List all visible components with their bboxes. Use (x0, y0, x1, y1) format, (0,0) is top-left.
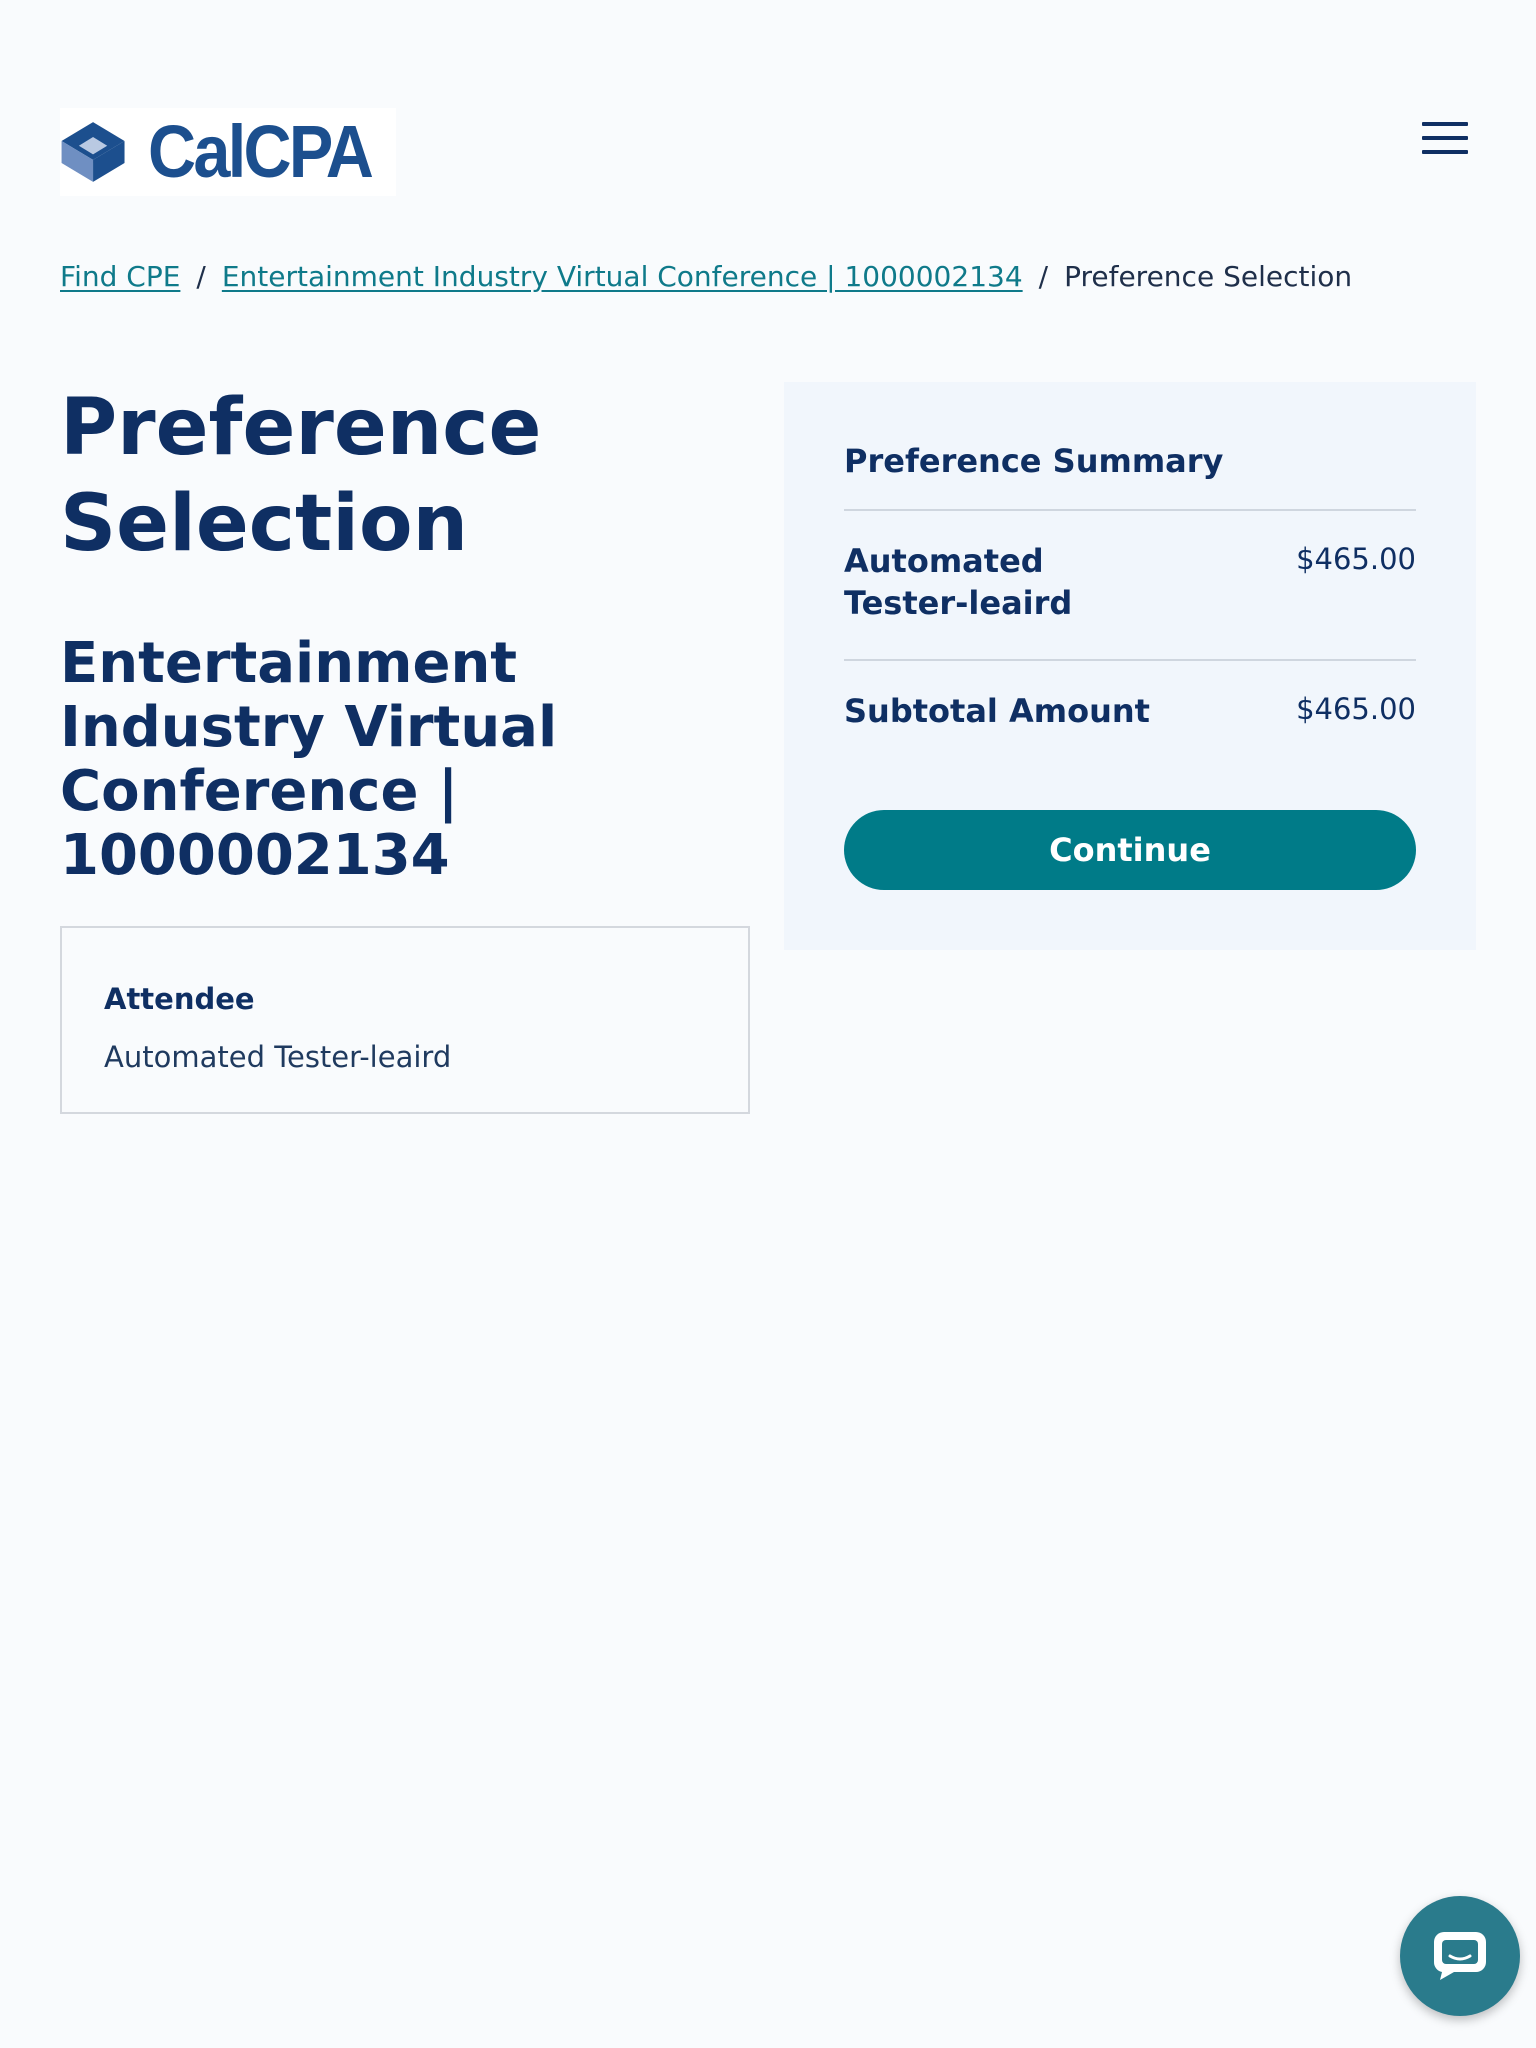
page-title: Preference Selection (60, 383, 542, 569)
attendee-label: Attendee (104, 982, 255, 1016)
event-title: Entertainment Industry Virtual Conferenc… (60, 631, 558, 888)
subtotal-price: $465.00 (1296, 692, 1416, 726)
summary-divider (844, 659, 1416, 661)
subtotal-label: Subtotal Amount (844, 692, 1150, 730)
line-item-price: $465.00 (1296, 542, 1416, 576)
continue-button[interactable]: Continue (844, 810, 1416, 890)
attendee-name: Automated Tester-leaird (104, 1040, 452, 1074)
breadcrumb-find-cpe[interactable]: Find CPE (60, 260, 180, 293)
breadcrumb-event[interactable]: Entertainment Industry Virtual Conferenc… (222, 260, 1023, 293)
chat-button[interactable] (1400, 1896, 1520, 2016)
breadcrumb-current: Preference Selection (1064, 260, 1353, 293)
calcpa-logo[interactable]: CalCPA (60, 108, 396, 196)
line-item-name: Automated Tester-leaird (844, 542, 1073, 622)
attendee-card: Attendee Automated Tester-leaird (60, 926, 750, 1114)
summary-heading: Preference Summary (844, 442, 1224, 480)
breadcrumb-separator: / (1038, 260, 1049, 293)
calcpa-cube-icon (61, 122, 125, 182)
breadcrumb: Find CPE / Entertainment Industry Virtual … (60, 257, 1352, 297)
hamburger-menu-icon[interactable] (1418, 118, 1470, 158)
chat-bubble-icon (1433, 1932, 1486, 1980)
summary-divider (844, 509, 1416, 511)
breadcrumb-separator: / (196, 260, 206, 293)
brand-name: CalCPA (148, 110, 374, 193)
preference-summary-panel: Preference Summary Automated Tester-leai… (784, 382, 1476, 950)
